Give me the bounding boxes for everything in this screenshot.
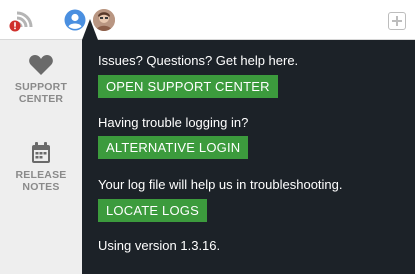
login-prompt-text: Having trouble logging in? (98, 115, 249, 130)
version-text: Using version 1.3.16. (98, 238, 221, 253)
sidebar-item-label: SUPPORT (14, 81, 68, 93)
support-popover: Issues? Questions? Get help here. OPEN S… (82, 40, 415, 274)
app-window: SUPPORT CENTER RELEASE NOTES Issues? Que… (0, 0, 415, 274)
open-support-center-button[interactable]: OPEN SUPPORT CENTER (98, 75, 278, 98)
sidebar: SUPPORT CENTER RELEASE NOTES (0, 40, 82, 274)
heart-icon (29, 55, 53, 75)
sidebar-item-release-notes[interactable]: RELEASE NOTES (0, 142, 82, 193)
calendar-icon (32, 142, 50, 163)
wifi-warning-icon (9, 11, 33, 32)
sidebar-item-label: NOTES (22, 181, 60, 193)
connection-status-button[interactable] (8, 8, 34, 34)
sidebar-item-support-center[interactable]: SUPPORT CENTER (0, 54, 82, 105)
popover-arrow (82, 19, 98, 40)
locate-logs-button[interactable]: LOCATE LOGS (98, 199, 207, 222)
help-prompt-text: Issues? Questions? Get help here. (98, 53, 299, 68)
logs-prompt-text: Your log file will help us in troublesho… (98, 177, 343, 192)
sidebar-item-label: RELEASE (15, 169, 67, 181)
alternative-login-button[interactable]: ALTERNATIVE LOGIN (98, 136, 249, 159)
sidebar-item-label: CENTER (18, 93, 64, 105)
add-button[interactable] (388, 12, 406, 30)
top-toolbar (0, 0, 415, 40)
